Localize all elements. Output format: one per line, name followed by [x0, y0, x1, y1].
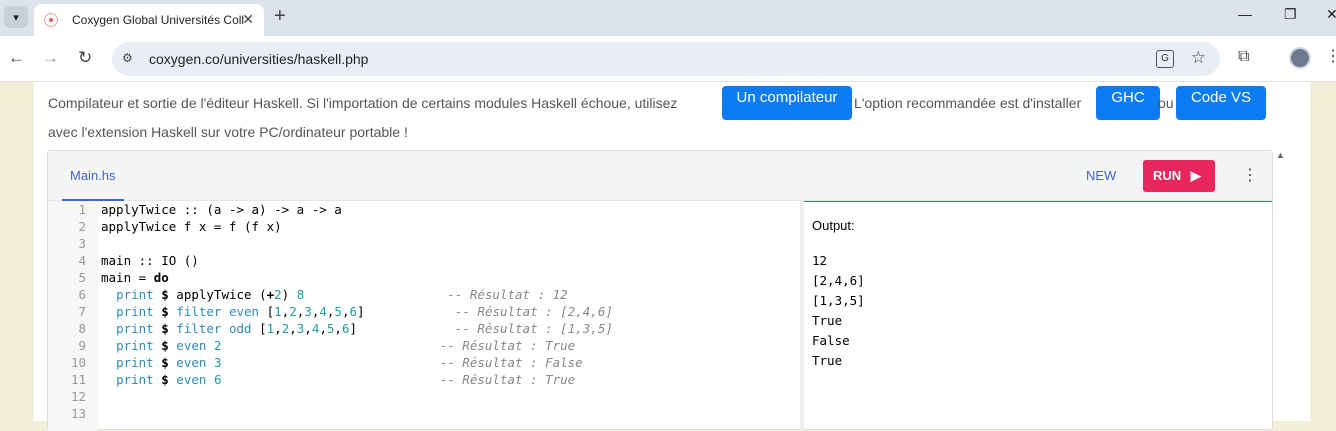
file-tab-main[interactable]: Main.hs	[70, 168, 116, 183]
browser-menu-icon[interactable]: ⋮	[1325, 46, 1336, 66]
reload-icon[interactable]: ↻	[78, 48, 92, 68]
more-options-icon[interactable]: ⋮	[1242, 165, 1258, 185]
tab-search-button[interactable]: ▾	[4, 6, 28, 28]
code-input-area[interactable]: 1 applyTwice :: (a -> a) -> a -> a 2 apply…	[48, 201, 800, 431]
forward-icon[interactable]: →	[42, 48, 59, 68]
new-tab-button[interactable]: +	[274, 5, 286, 28]
code-editor: Main.hs NEW RUN ▶ ⋮ 1 applyTwice :: (a ->…	[47, 150, 1273, 431]
editor-header: Main.hs NEW RUN ▶ ⋮	[48, 151, 1272, 201]
compiler-link-button[interactable]: Un compilateur	[722, 86, 852, 120]
page-content: Compilateur et sortie de l'éditeur Haske…	[34, 82, 1310, 431]
vscode-link-button[interactable]: Code VS	[1176, 86, 1266, 120]
site-info-icon[interactable]: ⚙	[122, 51, 133, 65]
run-button[interactable]: RUN ▶	[1143, 160, 1215, 192]
run-label: RUN	[1153, 168, 1182, 183]
output-panel: Output: 12 [2,4,6] [1,3,5] True False Tr…	[804, 201, 1272, 431]
browser-tab[interactable]: Coxygen Global Universités Coll ✕	[34, 4, 264, 36]
close-window-icon[interactable]: ✕	[1326, 6, 1336, 23]
address-bar[interactable]: ⚙ coxygen.co/universities/haskell.php G …	[112, 42, 1220, 76]
profile-avatar[interactable]	[1289, 47, 1311, 69]
play-icon: ▶	[1190, 168, 1201, 183]
intro-text-ou: ou	[1158, 95, 1174, 111]
ghc-link-button[interactable]: GHC	[1096, 86, 1160, 120]
back-icon[interactable]: ←	[8, 48, 25, 68]
browser-tab-strip: ▾ Coxygen Global Universités Coll ✕ + — …	[0, 0, 1336, 36]
tab-title: Coxygen Global Universités Coll	[72, 13, 245, 27]
minimize-icon[interactable]: —	[1238, 6, 1252, 22]
url-text[interactable]: coxygen.co/universities/haskell.php	[149, 51, 368, 67]
close-tab-icon[interactable]: ✕	[242, 11, 254, 28]
site-favicon-icon	[44, 13, 58, 27]
intro-text-line2: avec l'extension Haskell sur votre PC/or…	[48, 124, 408, 140]
output-label: Output:	[812, 218, 855, 233]
intro-text-2: L'option recommandée est d'installer	[854, 95, 1082, 111]
output-text: 12 [2,4,6] [1,3,5] True False True	[812, 253, 865, 368]
new-button[interactable]: NEW	[1086, 168, 1116, 183]
bookmark-star-icon[interactable]: ☆	[1191, 48, 1206, 68]
scrollbar-up-arrow-icon[interactable]: ▲	[1276, 150, 1285, 160]
translate-icon[interactable]: G	[1156, 50, 1174, 68]
browser-toolbar: ← → ↻ ⚙ coxygen.co/universities/haskell.…	[0, 36, 1336, 82]
restore-icon[interactable]: ❐	[1284, 6, 1297, 23]
extensions-icon[interactable]: ⧉	[1238, 48, 1249, 66]
